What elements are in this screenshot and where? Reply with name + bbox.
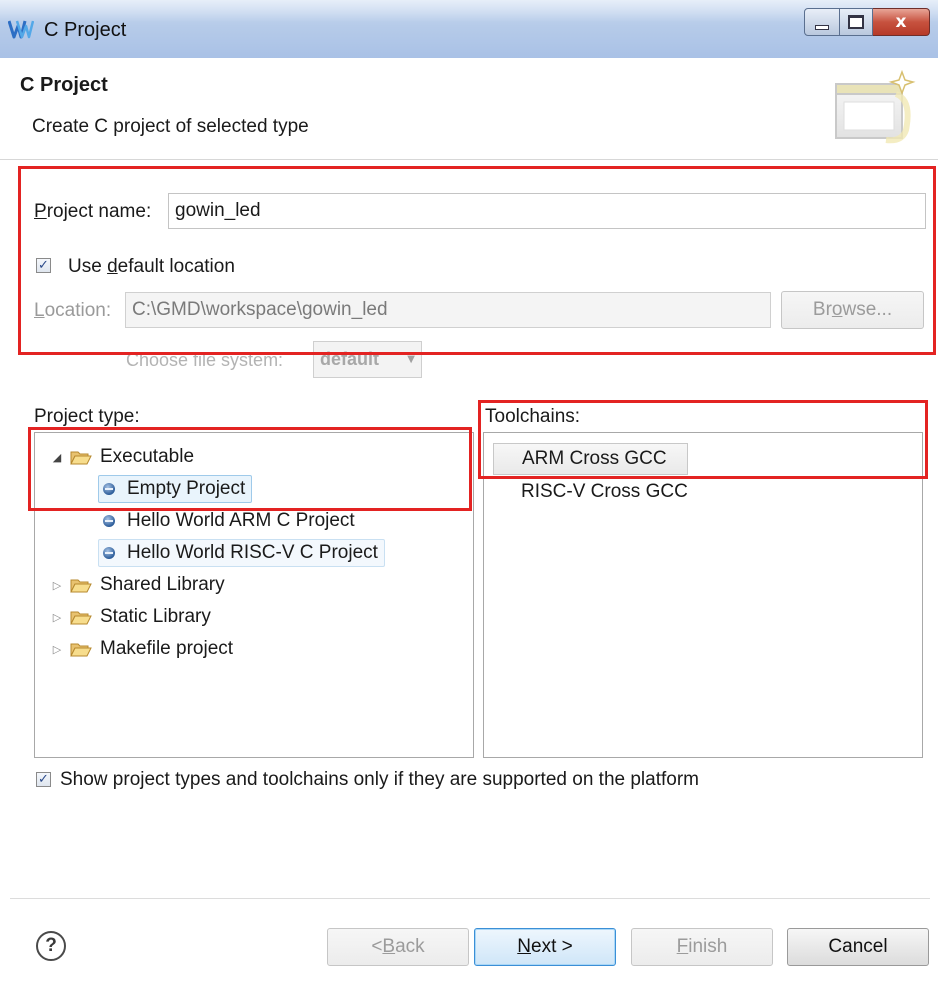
checkmark-icon: ✓ [38, 258, 49, 273]
page-title: C Project [20, 74, 108, 96]
close-button[interactable]: x [873, 8, 930, 36]
toolchains-label: Toolchains: [485, 406, 581, 427]
tree-item-makefile-project[interactable]: ▷ Makefile project [50, 634, 233, 664]
collapsed-arrow-icon: ▷ [52, 578, 62, 592]
project-name-field[interactable]: gowin_led [168, 193, 926, 229]
project-template-icon [103, 547, 115, 559]
file-system-label: Choose file system: [126, 350, 284, 370]
tree-item-label: Static Library [100, 606, 211, 627]
back-button[interactable]: < Back [327, 928, 469, 966]
folder-icon [70, 611, 92, 625]
wizard-header: C Project Create C project of selected t… [0, 58, 938, 160]
tree-item-label: Hello World ARM C Project [127, 510, 355, 531]
show-supported-only-checkbox[interactable]: ✓ [36, 772, 51, 787]
selected-highlight: Empty Project [98, 475, 253, 503]
project-template-icon [103, 515, 115, 527]
folder-open-icon [70, 451, 92, 465]
project-template-icon [103, 483, 115, 495]
tree-item-shared-library[interactable]: ▷ Shared Library [50, 570, 225, 600]
file-system-value: default [320, 349, 380, 369]
tree-item-static-library[interactable]: ▷ Static Library [50, 602, 211, 632]
tree-item-label: Hello World RISC-V C Project [127, 542, 378, 563]
location-field[interactable]: C:\GMD\workspace\gowin_led [125, 292, 771, 328]
cancel-button[interactable]: Cancel [787, 928, 929, 966]
collapsed-arrow-icon: ▷ [52, 610, 62, 624]
title-bar[interactable]: C Project x [0, 0, 938, 58]
file-system-select[interactable]: default ▼ [313, 341, 422, 378]
location-label: Location: [34, 300, 112, 321]
finish-button[interactable]: Finish [631, 928, 773, 966]
toolchain-arm-cross-gcc[interactable]: ARM Cross GCC [493, 443, 688, 475]
help-icon[interactable]: ? [36, 931, 66, 961]
page-description: Create C project of selected type [32, 116, 309, 137]
tree-item-label: Executable [100, 446, 195, 467]
minimize-icon [815, 24, 829, 30]
footer-divider [10, 898, 930, 899]
new-project-wizard-icon [835, 70, 916, 144]
toolchain-riscv-cross-gcc[interactable]: RISC-V Cross GCC [521, 477, 688, 507]
window-controls: x [804, 8, 930, 36]
maximize-icon [848, 15, 864, 29]
show-supported-only-label[interactable]: Show project types and toolchains only i… [60, 769, 699, 791]
use-default-location-label[interactable]: Use default location [68, 256, 235, 278]
maximize-button[interactable] [840, 8, 873, 36]
project-type-label: Project type: [34, 406, 140, 427]
expanded-arrow-icon: ◢ [52, 450, 62, 464]
collapsed-arrow-icon: ▷ [52, 642, 62, 656]
c-project-dialog: C Project x C Project Create C project o… [0, 0, 938, 987]
folder-icon [70, 643, 92, 657]
use-default-location-checkbox[interactable]: ✓ [36, 258, 51, 273]
tree-item-label: Empty Project [127, 478, 246, 499]
tree-item-hello-world-arm[interactable]: Hello World ARM C Project [103, 506, 355, 536]
hover-highlight: Hello World RISC-V C Project [98, 539, 385, 567]
gowin-app-icon [8, 20, 34, 39]
project-name-label: Project name: [34, 201, 152, 222]
next-button[interactable]: Next > [474, 928, 616, 966]
title-bar-shine [0, 0, 938, 22]
tree-item-empty-project[interactable]: Empty Project [98, 474, 253, 504]
window-title: C Project [44, 19, 127, 41]
checkmark-icon: ✓ [38, 772, 49, 787]
folder-icon [70, 579, 92, 593]
tree-item-label: Shared Library [100, 574, 225, 595]
minimize-button[interactable] [804, 8, 840, 36]
tree-item-executable[interactable]: ◢ Executable [50, 442, 194, 472]
browse-button[interactable]: Br o wse... [781, 291, 924, 329]
chevron-down-icon: ▼ [407, 354, 415, 365]
close-icon: x [895, 12, 907, 32]
tree-item-hello-world-riscv[interactable]: Hello World RISC-V C Project [98, 538, 385, 568]
tree-item-label: Makefile project [100, 638, 234, 659]
